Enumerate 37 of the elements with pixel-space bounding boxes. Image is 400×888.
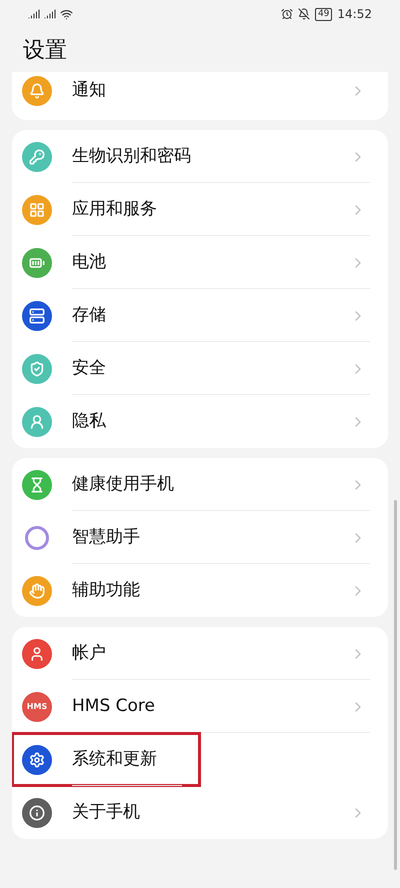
item-label: 帐户: [72, 642, 107, 665]
settings-item[interactable]: 电池: [12, 236, 388, 289]
settings-item[interactable]: 帐户: [12, 627, 388, 680]
item-label: 电池: [72, 250, 107, 274]
signal-icon: [28, 8, 40, 20]
settings-item[interactable]: 安全: [12, 342, 388, 395]
item-label: 通知: [72, 78, 107, 102]
settings-item[interactable]: 智慧助手: [12, 511, 388, 564]
item-label: 安全: [72, 356, 107, 380]
battery-level: 49: [314, 8, 332, 20]
clock: 14:52: [337, 6, 372, 23]
item-label: 关于手机: [72, 800, 141, 824]
page-title: 设置: [23, 36, 67, 64]
signal-icon: [44, 8, 56, 20]
item-label: 智慧助手: [72, 526, 141, 549]
settings-item[interactable]: HMS HMS Core: [12, 680, 388, 733]
item-label: 健康使用手机: [72, 472, 175, 496]
item-label: 生物识别和密码: [72, 144, 192, 168]
settings-item[interactable]: 健康使用手机: [12, 458, 388, 511]
settings-item[interactable]: 辅助功能: [12, 564, 388, 617]
wifi-icon: [60, 8, 73, 20]
settings-item[interactable]: 系统和更新: [12, 733, 200, 786]
settings-item[interactable]: 关于手机: [12, 786, 388, 839]
item-label: 隐私: [72, 410, 107, 433]
settings-item[interactable]: 隐私: [12, 395, 388, 448]
mute-icon: [298, 8, 310, 20]
settings-item[interactable]: 存储: [12, 289, 388, 342]
item-label: 辅助功能: [72, 578, 141, 602]
settings-item[interactable]: 生物识别和密码: [12, 130, 388, 183]
hms-badge: HMS: [22, 692, 52, 722]
settings-item[interactable]: 应用和服务: [12, 183, 388, 236]
item-label: HMS Core: [72, 694, 156, 718]
item-label: 系统和更新: [72, 748, 158, 771]
item-label: 存储: [72, 304, 107, 327]
item-label: 应用和服务: [72, 198, 158, 221]
alarm-icon: [280, 8, 293, 20]
settings-item[interactable]: 通知: [12, 72, 388, 117]
